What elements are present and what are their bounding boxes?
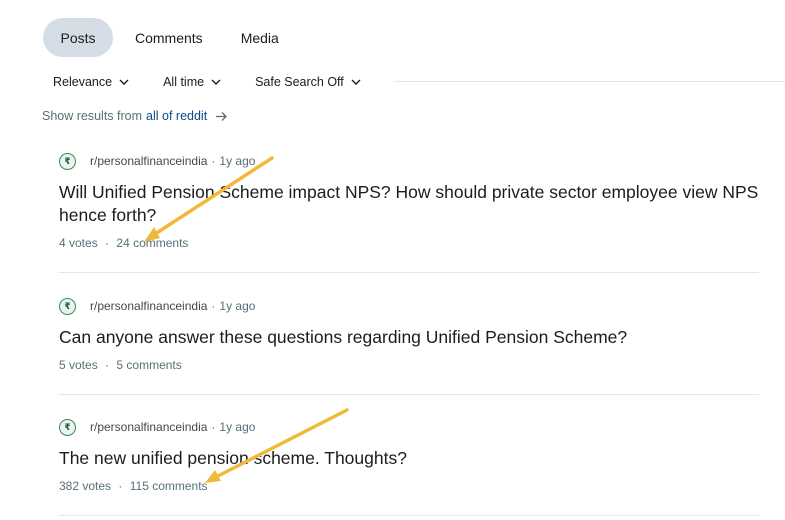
subreddit-rupee-icon[interactable]: ₹ [59,297,76,315]
meta-separator: · [211,420,216,434]
post-age: 1y ago [219,154,256,168]
arrow-right-icon[interactable] [215,111,228,122]
all-of-reddit-link[interactable]: all of reddit [146,109,207,123]
stats-separator: · [118,479,123,493]
tab-posts[interactable]: Posts [43,18,113,57]
show-results-prefix: Show results from [42,109,143,123]
sort-relevance-dropdown[interactable]: Relevance [53,75,129,89]
post-divider [59,394,759,395]
post-stats: 5 votes · 5 comments [59,358,759,372]
post-stats: 382 votes · 115 comments [59,479,759,493]
subreddit-link[interactable]: r/personalfinanceindia [90,299,207,313]
stats-separator: · [105,236,110,250]
meta-separator: · [211,154,216,168]
post-meta: ₹ r/personalfinanceindia · 1y ago [59,417,759,437]
search-result-post[interactable]: ₹ r/personalfinanceindia · 1y ago Can an… [59,296,759,372]
post-votes: 4 votes [59,236,98,250]
safe-search-dropdown[interactable]: Safe Search Off [255,75,361,89]
sort-label: Relevance [53,75,113,89]
post-title[interactable]: The new unified pension scheme. Thoughts… [59,447,759,470]
time-label: All time [163,75,205,89]
meta-separator: · [211,299,216,313]
post-meta: ₹ r/personalfinanceindia · 1y ago [59,296,759,316]
subreddit-link[interactable]: r/personalfinanceindia [90,154,207,168]
post-comments: 115 comments [129,479,208,493]
safe-search-label: Safe Search Off [255,75,344,89]
post-comments: 5 comments [116,358,182,372]
tab-media[interactable]: Media [241,18,279,57]
search-result-post[interactable]: ₹ r/personalfinanceindia · 1y ago Will U… [59,151,759,250]
time-filter-dropdown[interactable]: All time [163,75,221,89]
filter-divider [395,81,785,82]
subreddit-link[interactable]: r/personalfinanceindia [90,420,207,434]
post-age: 1y ago [219,299,256,313]
post-meta: ₹ r/personalfinanceindia · 1y ago [59,151,759,171]
chevron-down-icon [119,79,129,85]
post-comments: 24 comments [116,236,189,250]
post-title[interactable]: Can anyone answer these questions regard… [59,326,759,349]
tab-comments[interactable]: Comments [135,18,203,57]
post-votes: 5 votes [59,358,98,372]
post-title[interactable]: Will Unified Pension Scheme impact NPS? … [59,181,759,227]
subreddit-rupee-icon[interactable]: ₹ [59,418,76,436]
post-divider [59,272,759,273]
post-divider [59,515,759,516]
filter-bar: Relevance All time Safe Search Off [53,72,361,92]
subreddit-rupee-icon[interactable]: ₹ [59,152,76,170]
post-votes: 382 votes [59,479,112,493]
search-result-post[interactable]: ₹ r/personalfinanceindia · 1y ago The ne… [59,417,759,493]
show-results-from: Show results from all of reddit [42,109,228,123]
post-stats: 4 votes · 24 comments [59,236,759,250]
chevron-down-icon [351,79,361,85]
stats-separator: · [105,358,110,372]
search-result-tabs: Posts Comments Media [43,18,279,57]
post-age: 1y ago [219,420,256,434]
chevron-down-icon [211,79,221,85]
